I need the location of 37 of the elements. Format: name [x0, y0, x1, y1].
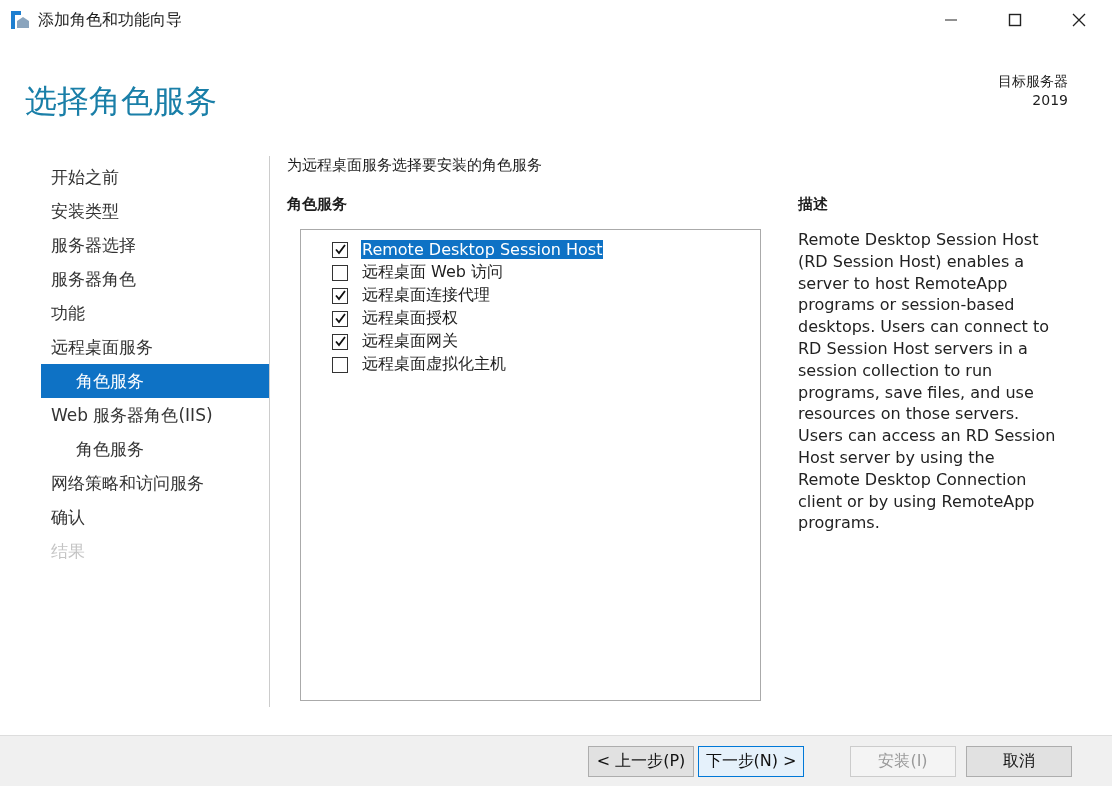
- role-service-label[interactable]: 远程桌面授权: [361, 308, 459, 329]
- nav-item[interactable]: 开始之前: [0, 160, 269, 194]
- checkbox[interactable]: [332, 356, 348, 373]
- target-server-label: 目标服务器: [998, 72, 1068, 91]
- section-heading: 描述: [798, 195, 829, 214]
- checkbox[interactable]: [332, 310, 348, 327]
- nav-item[interactable]: 功能: [0, 296, 269, 330]
- page-title: 选择角色服务: [25, 81, 217, 122]
- nav-item[interactable]: 安装类型: [0, 194, 269, 228]
- nav-item[interactable]: 确认: [0, 500, 269, 534]
- nav-item[interactable]: 服务器角色: [0, 262, 269, 296]
- description-text: Remote Desktop Session Host (RD Session Host) enables a server to host RemoteApp programs or session-based desktops. Users can connect to RD Session Host servers in a session collection to run programs, save files, and use resources on those servers. Users can access an RD Session Host server by using the Remote Desktop Connection client or by using RemoteApp programs.: [798, 229, 1057, 535]
- target-server-name: 2019: [1032, 91, 1068, 110]
- maximize-icon[interactable]: [1008, 13, 1022, 27]
- checkbox[interactable]: [332, 333, 348, 350]
- nav-item[interactable]: Web 服务器角色(IIS): [0, 398, 269, 432]
- role-service-label[interactable]: 远程桌面连接代理: [361, 285, 491, 306]
- window-title: 添加角色和功能向导: [38, 9, 182, 31]
- checkbox[interactable]: [332, 241, 348, 258]
- section-heading: 角色服务: [287, 195, 348, 214]
- role-service-label[interactable]: 远程桌面网关: [361, 331, 459, 352]
- role-service-label[interactable]: 远程桌面虚拟化主机: [361, 354, 507, 375]
- nav-item[interactable]: 网络策略和访问服务: [0, 466, 269, 500]
- instruction-text: 为远程桌面服务选择要安装的角色服务: [287, 156, 543, 175]
- server-manager-icon: [10, 10, 30, 30]
- nav-item[interactable]: 角色服务: [0, 432, 269, 466]
- wizard-button[interactable]: < 上一步(P): [588, 745, 694, 777]
- role-service-label[interactable]: Remote Desktop Session Host: [361, 240, 604, 259]
- nav-item[interactable]: 服务器选择: [0, 228, 269, 262]
- role-service-label[interactable]: 远程桌面 Web 访问: [361, 262, 505, 283]
- checkbox[interactable]: [332, 264, 348, 281]
- wizard-button[interactable]: 取消: [966, 745, 1072, 777]
- wizard-button[interactable]: 下一步(N) >: [698, 745, 804, 777]
- close-icon[interactable]: [1072, 13, 1086, 27]
- nav-item[interactable]: 远程桌面服务: [0, 330, 269, 364]
- nav-item[interactable]: 角色服务: [41, 364, 269, 398]
- checkbox[interactable]: [332, 287, 348, 304]
